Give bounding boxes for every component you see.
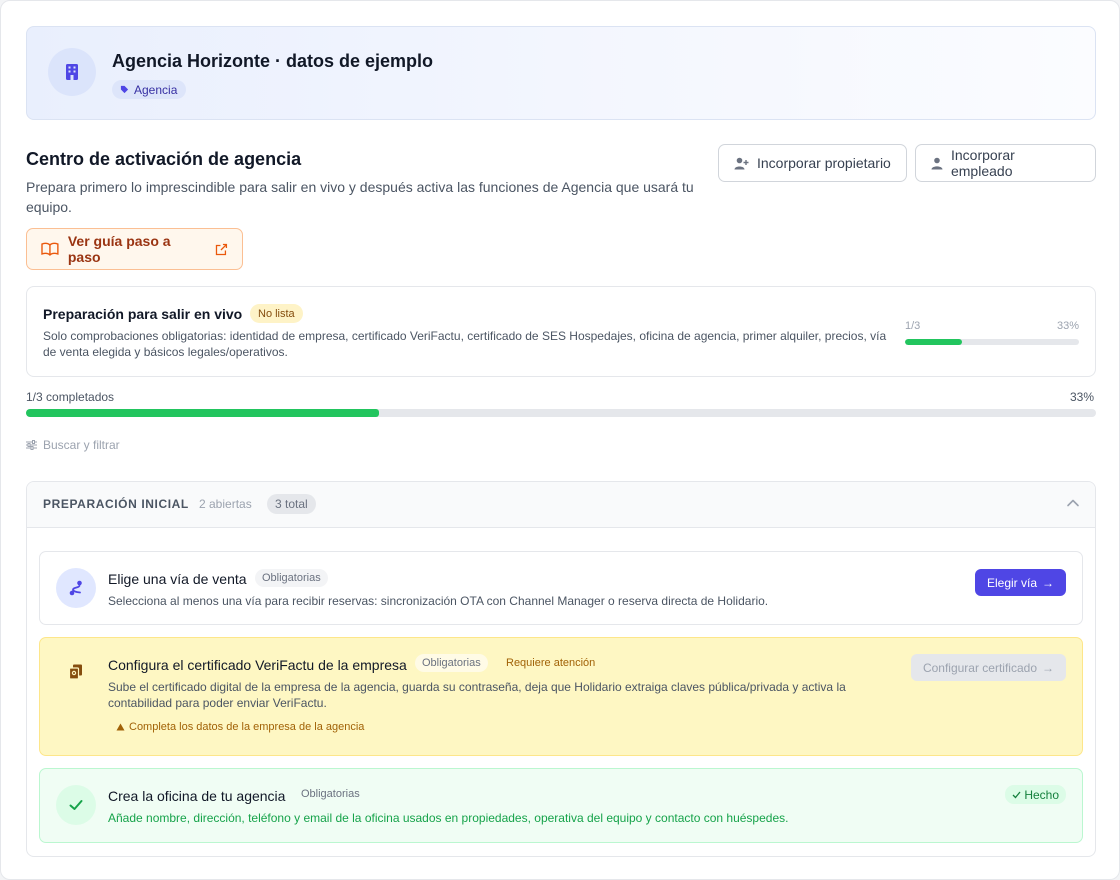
choose-channel-label: Elegir vía: [986, 575, 1037, 590]
sliders-icon: [26, 440, 37, 450]
go-live-readiness-card: Preparación para salir en vivo No lista …: [26, 286, 1096, 377]
task-icon-wrap: [56, 652, 96, 692]
page-subtitle: Prepara primero lo imprescindible para s…: [26, 179, 694, 215]
configure-certificate-label: Configurar certificado: [922, 660, 1037, 675]
overall-progress-bar: [26, 409, 1096, 417]
initial-setup-group: PREPARACIÓN INICIAL 2 abiertas 3 total E…: [26, 481, 1096, 857]
guide-label: Ver guía paso a paso: [67, 233, 171, 265]
task-description: Sube el certificado digital de la empres…: [108, 680, 846, 710]
task-icon-wrap: [56, 568, 96, 608]
organization-type-tag: Agencia: [112, 80, 187, 99]
filter-label: Buscar y filtrar: [43, 438, 120, 452]
readiness-status-badge: No lista: [250, 304, 303, 323]
add-employee-button[interactable]: Incorporar empleado: [915, 144, 1096, 182]
book-open-icon: [41, 242, 59, 256]
check-small-icon: [1012, 791, 1021, 798]
task-title: Elige una vía de venta: [108, 571, 247, 587]
arrow-right-icon: →: [1042, 660, 1054, 675]
task-warning: Completa los datos de la empresa de la a…: [116, 721, 364, 733]
chevron-up-icon[interactable]: [1065, 495, 1081, 511]
page-title: Centro de activación de agencia: [26, 149, 302, 169]
readiness-count: 1/3: [905, 320, 921, 332]
tag-icon: [120, 85, 129, 94]
readiness-progress-bar: [905, 339, 1079, 345]
required-chip: Obligatorias: [415, 654, 488, 672]
task-title: Configura el certificado VeriFactu de la…: [108, 657, 407, 673]
user-plus-icon: [734, 157, 749, 169]
overall-progress-fill: [26, 409, 380, 417]
step-by-step-guide-button[interactable]: Ver guía paso a paso: [26, 228, 243, 270]
organization-title: Agencia Horizonte · datos de ejemplo: [112, 51, 434, 71]
external-link-icon: [215, 243, 228, 255]
readiness-description: Solo comprobaciones obligatorias: identi…: [43, 329, 887, 359]
group-open-count: 2 abiertas: [199, 497, 252, 511]
arrow-right-icon: →: [1042, 575, 1054, 590]
search-filter-toggle[interactable]: Buscar y filtrar: [26, 438, 120, 452]
building-icon: [66, 64, 78, 80]
task-warning-text: Completa los datos de la empresa de la a…: [129, 721, 365, 733]
choose-channel-button[interactable]: Elegir vía →: [974, 569, 1066, 596]
warning-icon: [116, 723, 125, 731]
organization-type-label: Agencia: [134, 82, 178, 97]
group-total-badge: 3 total: [267, 494, 316, 514]
check-icon: [69, 800, 83, 810]
task-description: Selecciona al menos una vía para recibir…: [108, 594, 769, 608]
task-agency-office: Crea la oficina de tu agencia Obligatori…: [39, 768, 1083, 843]
route-icon: [69, 580, 82, 596]
add-employee-label: Incorporar empleado: [950, 147, 1015, 179]
overall-progress-label: 1/3 completados: [26, 390, 115, 404]
attention-status: Requiere atención: [506, 657, 596, 669]
readiness-title: Preparación para salir en vivo: [43, 306, 243, 322]
add-owner-label: Incorporar propietario: [757, 155, 891, 171]
overall-progress-percent: 33%: [1069, 390, 1094, 404]
required-chip: Obligatorias: [294, 785, 367, 803]
organization-avatar: [48, 48, 96, 96]
group-header[interactable]: PREPARACIÓN INICIAL 2 abiertas 3 total: [27, 482, 1095, 528]
add-owner-button[interactable]: Incorporar propietario: [718, 144, 907, 182]
task-icon-wrap: [56, 785, 96, 825]
user-icon: [931, 157, 943, 169]
done-badge: Hecho: [1005, 785, 1066, 804]
agency-activation-page: Agencia Horizonte · datos de ejemplo Age…: [0, 0, 1120, 880]
done-label: Hecho: [1024, 787, 1059, 802]
task-title: Crea la oficina de tu agencia: [108, 788, 286, 804]
configure-certificate-button[interactable]: Configurar certificado →: [910, 654, 1066, 681]
readiness-percent: 33%: [1056, 320, 1079, 332]
certificate-icon: [68, 664, 82, 680]
organization-card: Agencia Horizonte · datos de ejemplo Age…: [26, 26, 1096, 120]
task-verifactu-certificate: Configura el certificado VeriFactu de la…: [39, 637, 1083, 756]
task-description: Añade nombre, dirección, teléfono y emai…: [108, 811, 789, 825]
readiness-progress-fill: [905, 339, 963, 345]
group-title: PREPARACIÓN INICIAL: [43, 497, 189, 511]
task-sales-channel: Elige una vía de venta Obligatorias Sele…: [39, 551, 1083, 625]
required-chip: Obligatorias: [255, 569, 328, 587]
